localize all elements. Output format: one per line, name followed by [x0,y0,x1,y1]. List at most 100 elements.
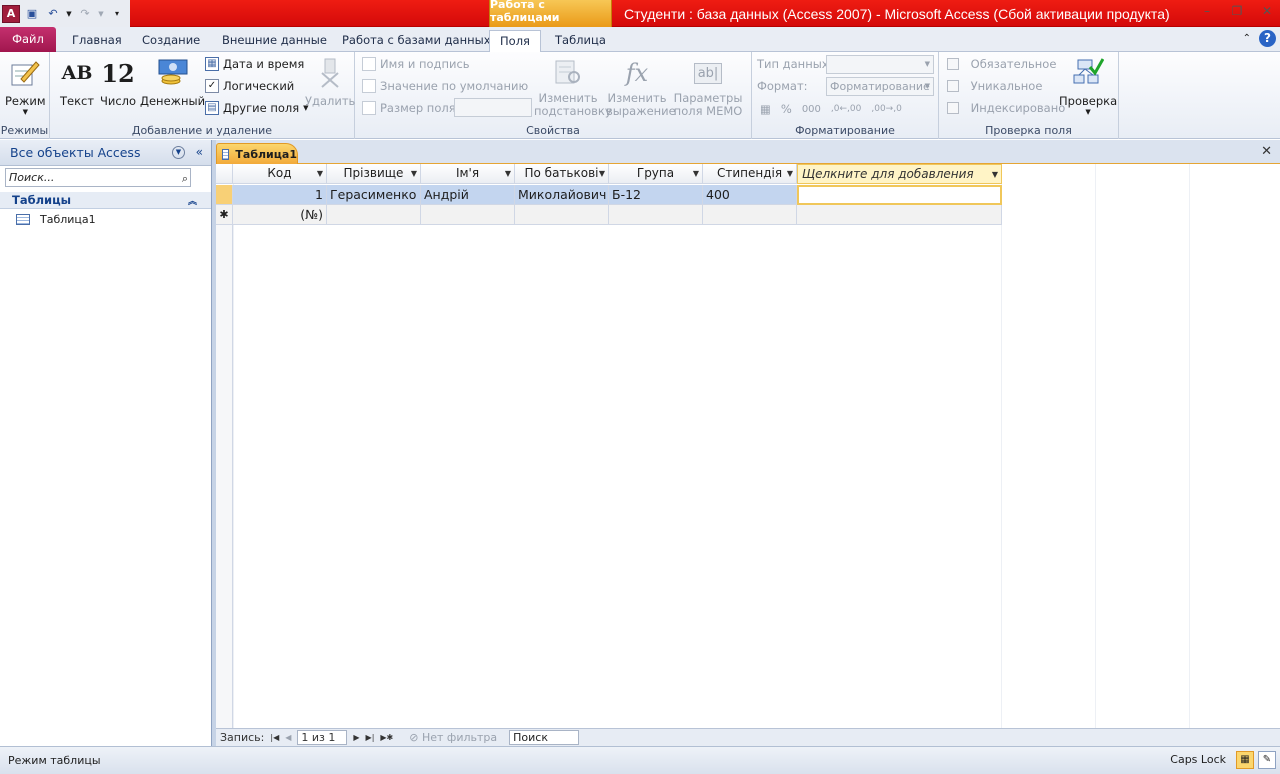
cell-surname[interactable]: Герасименко [327,185,421,205]
chevron-down-icon[interactable]: ▼ [599,164,605,183]
data-type-select[interactable]: ▼ [826,55,934,74]
collapse-ribbon-icon[interactable]: ⌃ [1243,33,1251,44]
text-field-button[interactable]: AB Текст [60,56,94,108]
restore-icon[interactable]: ❐ [1230,4,1244,18]
cell-kod[interactable]: 1 [233,185,327,205]
nav-group-tables[interactable]: Таблицы ︽ [0,192,211,209]
record-search-input[interactable]: Поиск [509,730,580,745]
customize-qat-icon[interactable]: ▾ [108,5,126,23]
tab-database-tools[interactable]: Работа с базами данных [332,30,501,52]
filter-indicator[interactable]: ⊘ Нет фильтра [409,731,497,744]
column-header-stipend[interactable]: Стипендія ▼ [703,164,797,184]
increase-decimals-button[interactable]: ,0←,00 [831,104,861,114]
doc-tab-table1[interactable]: Таблица1 [216,143,298,164]
shutter-bar-close-icon[interactable]: « [196,145,203,159]
column-header-group[interactable]: Група ▼ [609,164,703,184]
cell-new[interactable] [327,205,421,225]
add-field-label: Щелкните для добавления [802,167,974,181]
datetime-field-button[interactable]: ▦ Дата и время [205,55,304,73]
redo-icon[interactable]: ↷ [76,5,94,23]
cell-name[interactable]: Андрій [421,185,515,205]
currency-format-icon[interactable]: ▦ [760,102,771,116]
cell-group[interactable]: Б-12 [609,185,703,205]
decrease-decimals-button[interactable]: ,00→,0 [871,104,901,114]
column-header-surname[interactable]: Прізвище ▼ [327,164,421,184]
view-mode-status: Режим таблицы [8,754,101,767]
cell-new-kod[interactable]: (№) [233,205,327,225]
cell-stipend[interactable]: 400 [703,185,797,205]
help-icon[interactable]: ? [1259,30,1276,47]
name-caption-button[interactable]: Имя и подпись [362,55,470,73]
nav-search-input[interactable]: Поиск... ⌕ [5,168,191,187]
chevron-down-icon[interactable]: ▼ [505,164,511,183]
search-icon[interactable]: ⌕ [182,170,188,187]
datasheet-view-icon[interactable]: ▦ [1236,751,1254,769]
tab-file[interactable]: Файл [0,27,56,52]
cell-new[interactable] [421,205,515,225]
number-field-button[interactable]: 12 Число [100,56,136,109]
currency-field-button[interactable]: Денежный [140,56,205,108]
validation-button[interactable]: Проверка ▼ [1059,56,1117,116]
undo-dropdown-icon[interactable]: ▼ [65,5,73,23]
cell-patronymic[interactable]: Миколайович [515,185,609,205]
modify-lookup-button[interactable]: Изменить подстановку [534,56,612,118]
chevron-down-icon[interactable]: ▼ [317,164,323,183]
save-icon[interactable]: ▣ [23,5,41,23]
view-button[interactable]: Режим ▼ [5,56,46,116]
cell-add-new-active[interactable] [797,185,1002,205]
new-record-icon[interactable]: ▶✱ [380,733,393,742]
cell-new[interactable] [609,205,703,225]
close-document-icon[interactable]: ✕ [1261,144,1272,159]
column-header-kod[interactable]: Код ▼ [233,164,327,184]
table-tools-context-label: Работа с таблицами [489,0,612,27]
first-record-icon[interactable]: |◀ [270,733,279,742]
current-record-input[interactable]: 1 из 1 [297,730,348,745]
cell-new[interactable] [515,205,609,225]
previous-record-icon[interactable]: ◀ [285,733,291,742]
nav-menu-dropdown-icon[interactable]: ▼ [172,146,185,159]
column-header-add-new[interactable]: Щелкните для добавления ▼ [797,164,1002,184]
chevron-down-icon[interactable]: ▼ [411,164,417,183]
chevron-down-icon[interactable]: ▼ [693,164,699,183]
design-view-icon[interactable]: ✎ [1258,751,1276,769]
default-value-button[interactable]: Значение по умолчанию [362,77,528,95]
undo-icon[interactable]: ↶ [44,5,62,23]
select-all-corner[interactable] [216,164,233,184]
tab-table[interactable]: Таблица [545,30,616,52]
column-header-name[interactable]: Ім'я ▼ [421,164,515,184]
minimize-icon[interactable]: – [1200,4,1214,18]
thousands-button[interactable]: 000 [802,104,821,115]
format-select[interactable]: Форматирование ▼ [826,77,934,96]
close-icon[interactable]: ✕ [1260,4,1274,18]
tab-create[interactable]: Создание [132,30,210,52]
redo-dropdown-icon[interactable]: ▼ [97,5,105,23]
modify-expression-button[interactable]: fx Изменить выражение [606,56,676,118]
nav-item-table1[interactable]: Таблица1 [0,209,211,229]
chevron-up-icon[interactable]: ︽ [188,194,197,207]
column-header-patronymic[interactable]: По батькові ▼ [515,164,609,184]
field-size-input[interactable] [454,98,532,117]
indexed-checkbox[interactable]: Индексировано [947,99,1065,117]
cell-new[interactable] [797,205,1002,225]
tab-home[interactable]: Главная [62,30,132,52]
required-checkbox[interactable]: Обязательное [947,55,1056,73]
memo-settings-button[interactable]: ab| Параметры поля MEMO [672,56,744,118]
chevron-down-icon[interactable]: ▼ [787,164,793,183]
cell-new[interactable] [703,205,797,225]
tab-fields[interactable]: Поля [489,30,541,53]
unique-checkbox[interactable]: Уникальное [947,77,1042,95]
chevron-down-icon[interactable]: ▼ [992,165,998,184]
access-app-icon[interactable]: A [2,4,20,23]
next-record-icon[interactable]: ▶ [353,733,359,742]
delete-field-button[interactable]: Удалить [305,56,355,108]
percent-button[interactable]: % [781,102,792,116]
filter-icon: ⊘ [409,731,419,744]
row-selector[interactable] [216,185,233,205]
navigation-pane-header[interactable]: Все объекты Access ▼ « [0,140,211,166]
last-record-icon[interactable]: ▶| [366,733,375,742]
validation-check-icon [1072,56,1105,90]
new-record-selector[interactable]: ✱ [216,205,233,225]
other-fields-button[interactable]: ▤ Другие поля ▼ [205,99,309,117]
logical-field-button[interactable]: ✓ Логический [205,77,294,95]
tab-external-data[interactable]: Внешние данные [212,30,337,52]
